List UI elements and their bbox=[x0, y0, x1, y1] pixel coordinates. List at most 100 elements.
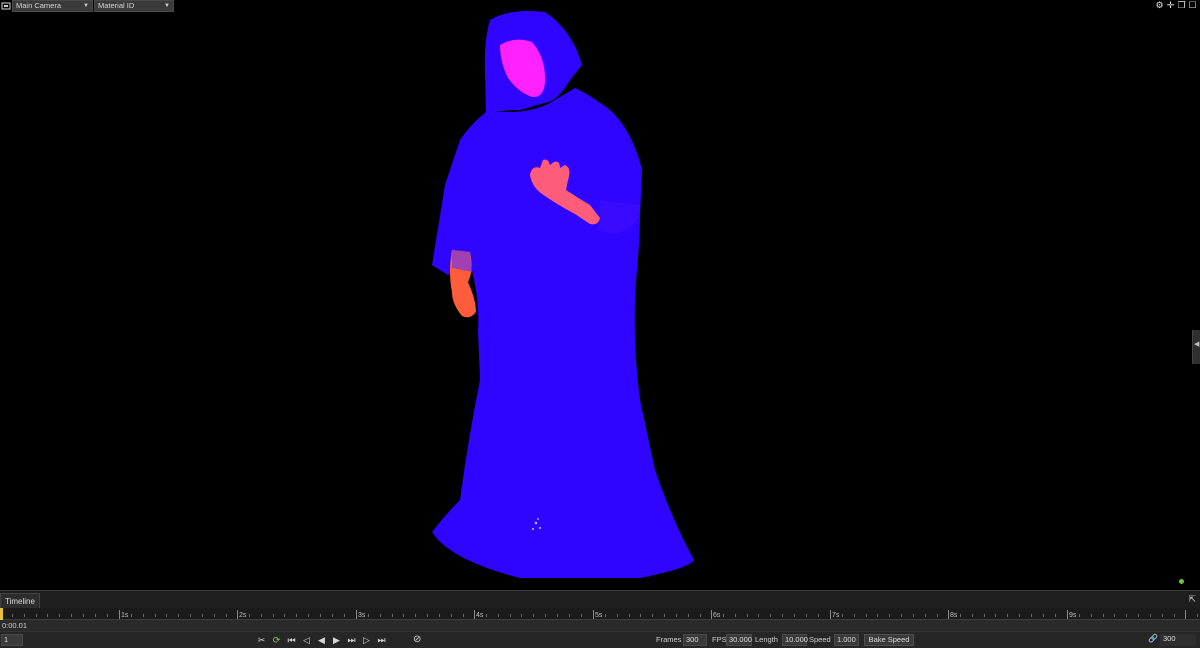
skip-to-end-icon[interactable]: ⏭ bbox=[376, 634, 387, 646]
ruler-minor-tick bbox=[1174, 614, 1175, 617]
bake-speed-button[interactable]: Bake Speed bbox=[864, 634, 914, 646]
ruler-minor-tick bbox=[818, 614, 819, 617]
play-icon[interactable]: ▶ bbox=[331, 634, 342, 646]
cut-icon[interactable]: ✂ bbox=[256, 634, 267, 646]
tab-timeline[interactable]: Timeline bbox=[0, 593, 40, 609]
timecode: 0:00.01 bbox=[2, 621, 28, 630]
ruler-minor-tick bbox=[392, 614, 393, 617]
ruler-label: 4s bbox=[476, 612, 484, 619]
ruler-major-tick bbox=[948, 610, 949, 619]
ruler-major-tick bbox=[237, 610, 238, 619]
frames-field[interactable]: 300 bbox=[683, 634, 707, 646]
loop-icon[interactable]: ⟳ bbox=[271, 634, 282, 646]
ruler-label: 9s bbox=[1069, 612, 1077, 619]
playhead[interactable] bbox=[0, 608, 3, 620]
ruler-label: 6s bbox=[713, 612, 721, 619]
ruler-minor-tick bbox=[617, 614, 618, 617]
ruler-minor-tick bbox=[202, 614, 203, 617]
ruler-major-tick bbox=[356, 610, 357, 619]
ruler-minor-tick bbox=[1019, 614, 1020, 617]
ruler-minor-tick bbox=[866, 614, 867, 617]
side-panel-toggle[interactable]: ◀ bbox=[1192, 330, 1200, 364]
popout-icon[interactable]: ⇱ bbox=[1188, 594, 1196, 605]
ruler-label: 3s bbox=[358, 612, 366, 619]
ruler-minor-tick bbox=[510, 614, 511, 617]
ruler-minor-tick bbox=[664, 614, 665, 617]
ruler-minor-tick bbox=[47, 614, 48, 617]
ruler-minor-tick bbox=[24, 614, 25, 617]
next-frame-icon[interactable]: ▷ bbox=[361, 634, 372, 646]
ruler-label: 2s bbox=[239, 612, 247, 619]
ruler-minor-tick bbox=[498, 614, 499, 617]
ruler-major-tick bbox=[1185, 610, 1186, 619]
ruler-minor-tick bbox=[984, 614, 985, 617]
speed-field[interactable]: 1.000 bbox=[834, 634, 859, 646]
ruler-major-tick bbox=[474, 610, 475, 619]
ruler-minor-tick bbox=[533, 614, 534, 617]
compass-icon[interactable]: ⊘ bbox=[413, 634, 424, 646]
timeline-header: Timeline ⇱ bbox=[0, 590, 1200, 609]
ruler-minor-tick bbox=[1103, 614, 1104, 617]
timeline-ruler[interactable]: 1s 2s 3s 4s 5s 6s 7s 8s 9s bbox=[0, 608, 1200, 620]
ruler-minor-tick bbox=[1150, 614, 1151, 617]
speed-label: Speed bbox=[809, 635, 831, 644]
ruler-minor-tick bbox=[735, 614, 736, 617]
ruler-minor-tick bbox=[581, 614, 582, 617]
fps-field[interactable]: 30.000 bbox=[726, 634, 752, 646]
ruler-minor-tick bbox=[1138, 614, 1139, 617]
ruler-major-tick bbox=[830, 610, 831, 619]
current-frame-field[interactable]: 1 bbox=[1, 634, 23, 646]
ruler-minor-tick bbox=[925, 614, 926, 617]
ruler-minor-tick bbox=[545, 614, 546, 617]
ruler-minor-tick bbox=[95, 614, 96, 617]
ruler-minor-tick bbox=[889, 614, 890, 617]
length-field[interactable]: 10.000 bbox=[782, 634, 808, 646]
ruler-minor-tick bbox=[427, 614, 428, 617]
ruler-minor-tick bbox=[249, 614, 250, 617]
ruler-minor-tick bbox=[296, 614, 297, 617]
step-forward-icon[interactable]: ⏭ bbox=[346, 634, 357, 646]
ruler-minor-tick bbox=[1197, 614, 1198, 617]
ruler-minor-tick bbox=[320, 614, 321, 617]
ruler-minor-tick bbox=[1126, 614, 1127, 617]
viewport-canvas[interactable]: ◀ bbox=[0, 11, 1200, 590]
link-icon[interactable]: 🔗 bbox=[1148, 634, 1158, 643]
transport-controls: ✂ ⟳ ⏮ ◁ ◀ ▶ ⏭ ▷ ⏭ bbox=[256, 633, 387, 647]
ruler-minor-tick bbox=[344, 614, 345, 617]
skip-to-start-icon[interactable]: ⏮ bbox=[286, 634, 297, 646]
ruler-minor-tick bbox=[403, 614, 404, 617]
ruler-minor-tick bbox=[308, 614, 309, 617]
ruler-minor-tick bbox=[143, 614, 144, 617]
ruler-minor-tick bbox=[463, 614, 464, 617]
status-indicator bbox=[1179, 579, 1184, 584]
ruler-minor-tick bbox=[877, 614, 878, 617]
ruler-major-tick bbox=[711, 610, 712, 619]
ruler-minor-tick bbox=[723, 614, 724, 617]
ruler-minor-tick bbox=[1007, 614, 1008, 617]
ruler-minor-tick bbox=[380, 614, 381, 617]
frames-label: Frames bbox=[656, 635, 682, 644]
ruler-minor-tick bbox=[155, 614, 156, 617]
ruler-minor-tick bbox=[1091, 614, 1092, 617]
ruler-minor-tick bbox=[83, 614, 84, 617]
ruler-minor-tick bbox=[36, 614, 37, 617]
ruler-minor-tick bbox=[688, 614, 689, 617]
ruler-minor-tick bbox=[995, 614, 996, 617]
end-frame-field[interactable]: 300 bbox=[1160, 634, 1196, 646]
chevron-left-icon: ◀ bbox=[1194, 341, 1200, 348]
timeline-panel: Timeline ⇱ 1s 2s 3s 4s 5s 6s 7s 8s 9s 0:00.01 1 … bbox=[0, 590, 1200, 648]
play-reverse-icon[interactable]: ◀ bbox=[316, 634, 327, 646]
ruler-minor-tick bbox=[1079, 614, 1080, 617]
ruler-minor-tick bbox=[284, 614, 285, 617]
ruler-minor-tick bbox=[214, 614, 215, 617]
ruler-label: 5s bbox=[595, 612, 603, 619]
length-label: Length bbox=[755, 635, 778, 644]
ruler-major-tick bbox=[593, 610, 594, 619]
ruler-minor-tick bbox=[605, 614, 606, 617]
ruler-minor-tick bbox=[569, 614, 570, 617]
ruler-minor-tick bbox=[842, 614, 843, 617]
ruler-minor-tick bbox=[700, 614, 701, 617]
step-back-icon[interactable]: ◁ bbox=[301, 634, 312, 646]
ruler-minor-tick bbox=[107, 614, 108, 617]
ruler-minor-tick bbox=[854, 614, 855, 617]
